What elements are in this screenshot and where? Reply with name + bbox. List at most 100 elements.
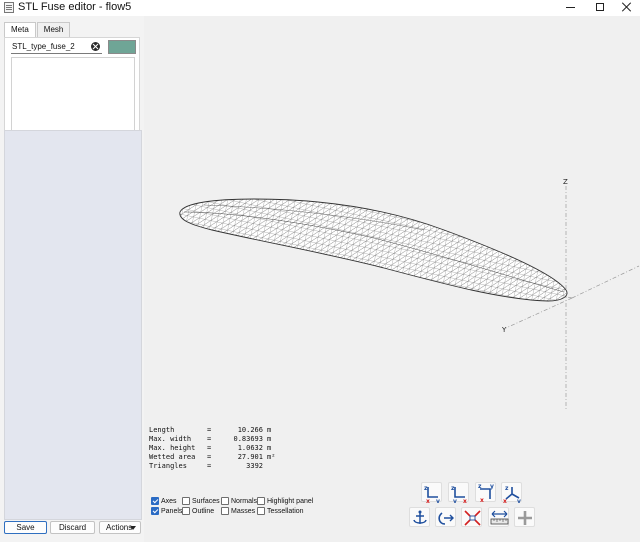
- stat-row: Max. width = 0.83693 m: [149, 435, 272, 443]
- outline-checkbox[interactable]: Outline: [182, 506, 214, 516]
- checkbox-label: Normals: [231, 497, 258, 505]
- axis-letter: y: [490, 483, 494, 490]
- view-xy-button[interactable]: z x y: [421, 482, 442, 503]
- highlight-panel-checkbox[interactable]: Highlight panel: [257, 496, 313, 506]
- maximize-button[interactable]: [585, 0, 615, 14]
- axis-letter: y: [517, 498, 521, 503]
- axes-checkbox[interactable]: Axes: [151, 496, 177, 506]
- 3d-viewport[interactable]: Z Y X Length= 10.266m Max. width= 0.836: [144, 16, 640, 542]
- checkbox-box[interactable]: [182, 497, 190, 505]
- checkbox-box[interactable]: [151, 507, 159, 515]
- stat-label: Wetted area: [149, 453, 196, 461]
- fuse-name-input[interactable]: STL_type_fuse_2: [11, 41, 102, 54]
- checkbox-box[interactable]: [151, 497, 159, 505]
- checkbox-box[interactable]: [221, 497, 229, 505]
- stat-value: 1.0632: [237, 444, 263, 452]
- view-yz-icon: z y x: [451, 485, 467, 503]
- rotate-icon: [438, 512, 454, 525]
- actions-label: Actions: [106, 523, 133, 532]
- masses-checkbox[interactable]: Masses: [221, 506, 255, 516]
- stat-row: Wetted area = 27.901 m²: [149, 453, 276, 461]
- title-bar: STL Fuse editor - flow5: [0, 0, 640, 16]
- tab-mesh[interactable]: Mesh: [36, 22, 71, 37]
- measure-button[interactable]: [488, 507, 509, 527]
- stat-label: Triangles: [149, 462, 187, 470]
- fit-icon: [464, 510, 481, 526]
- stat-label: Length: [149, 426, 175, 434]
- checkbox-label: Axes: [161, 497, 177, 505]
- axis-letter: x: [503, 498, 507, 503]
- actions-button[interactable]: Actions: [99, 521, 141, 534]
- view-iso-button[interactable]: z x y: [501, 482, 522, 503]
- axis-letter: y: [436, 498, 440, 503]
- stat-unit: [263, 462, 267, 471]
- stat-unit: m: [267, 435, 272, 443]
- stat-value: 3392: [246, 462, 263, 470]
- fuse-mesh[interactable]: [174, 194, 574, 306]
- tab-meta[interactable]: Meta: [4, 22, 36, 37]
- view-xz-icon: z y x: [478, 483, 494, 503]
- tab-bar: Meta Mesh: [4, 22, 71, 37]
- checkbox-label: Outline: [192, 507, 215, 515]
- axis-letter: x: [426, 498, 430, 503]
- color-swatch-button[interactable]: [108, 40, 136, 54]
- stat-value: 27.901: [237, 453, 263, 461]
- stat-unit: m²: [267, 453, 276, 461]
- axis-letter: z: [451, 485, 455, 492]
- tessellation-checkbox[interactable]: Tessellation: [257, 506, 304, 516]
- axis-letter: x: [463, 498, 467, 503]
- axis-letter: z: [505, 485, 509, 492]
- stat-row: Triangles = 3392: [149, 462, 275, 471]
- description-textarea[interactable]: [11, 57, 135, 137]
- property-panel: [4, 130, 142, 520]
- stat-value: 10.266: [237, 426, 263, 434]
- fit-view-button[interactable]: [461, 507, 482, 527]
- checkbox-label: Surfaces: [192, 497, 220, 505]
- checkbox-label: Tessellation: [267, 507, 304, 515]
- axis-letter: z: [478, 483, 482, 490]
- checkbox-label: Panels: [161, 507, 183, 515]
- clear-icon[interactable]: [91, 42, 100, 51]
- checkbox-box[interactable]: [257, 507, 265, 515]
- view-xy-icon: z x y: [424, 485, 440, 503]
- left-panel: Meta Mesh STL_type_fuse_2 Save Discard A…: [0, 16, 144, 542]
- chevron-down-icon: [130, 526, 136, 530]
- anchor-icon: [413, 510, 427, 524]
- stat-row: Max. height = 1.0632 m: [149, 444, 272, 452]
- flip-view-button[interactable]: [435, 507, 456, 527]
- discard-button[interactable]: Discard: [50, 521, 95, 534]
- x-axis-line: [571, 265, 640, 299]
- axis-letter: z: [424, 485, 428, 492]
- stat-label: Max. width: [149, 435, 192, 443]
- close-button[interactable]: [612, 0, 640, 14]
- app-icon: [4, 2, 14, 13]
- add-button[interactable]: [514, 507, 535, 527]
- minimize-button[interactable]: [555, 0, 585, 14]
- y-axis-line: [505, 297, 573, 329]
- minimize-icon: [565, 6, 575, 8]
- checkbox-box[interactable]: [182, 507, 190, 515]
- maximize-icon: [596, 3, 604, 11]
- geometry-stats: Length = 10.266 m Max. width = 0.83693 m Max…: [149, 426, 275, 471]
- checkbox-label: Highlight panel: [267, 497, 314, 505]
- normals-checkbox[interactable]: Normals: [221, 496, 257, 506]
- view-xz-button[interactable]: z y x: [475, 482, 496, 503]
- meta-pane: STL_type_fuse_2: [4, 37, 140, 141]
- checkbox-box[interactable]: [257, 497, 265, 505]
- stat-row: Length = 10.266 m: [149, 426, 272, 434]
- axis-letter: y: [453, 498, 457, 503]
- stat-label: Max. height: [149, 444, 196, 452]
- z-axis-label: Z: [563, 178, 568, 186]
- save-button[interactable]: Save: [4, 521, 47, 534]
- panels-checkbox[interactable]: Panels: [151, 506, 182, 516]
- surfaces-checkbox[interactable]: Surfaces: [182, 496, 220, 506]
- stat-unit: m: [267, 444, 272, 452]
- plus-icon: [518, 511, 532, 525]
- checkbox-box[interactable]: [221, 507, 229, 515]
- reset-view-button[interactable]: [409, 507, 430, 527]
- view-iso-icon: z x y: [503, 485, 521, 503]
- stat-value: 0.83693: [233, 435, 263, 443]
- stat-unit: m: [267, 426, 272, 434]
- view-yz-button[interactable]: z y x: [448, 482, 469, 503]
- ruler-icon: [490, 510, 509, 525]
